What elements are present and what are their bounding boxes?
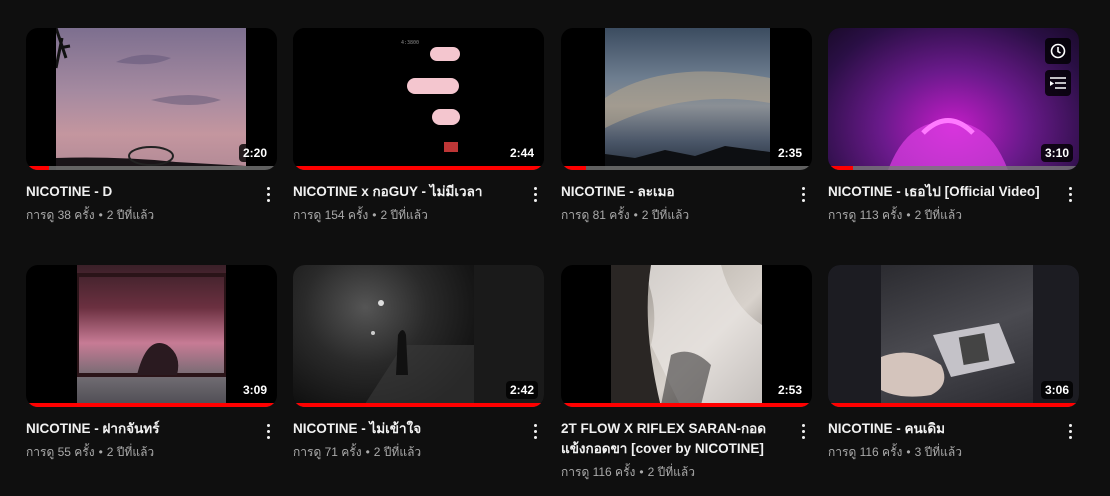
upload-age: 3 ปีที่แล้ว — [914, 445, 962, 459]
separator-dot: • — [906, 208, 911, 222]
video-stats: การดู 81 ครั้ง • 2 ปีที่แล้ว — [561, 207, 788, 223]
watch-progress — [561, 166, 587, 170]
video-grid: 2:20 NICOTINE - D การดู 38 ครั้ง • 2 ปีที่… — [0, 0, 1110, 496]
video-card[interactable]: 3:09 NICOTINE - ฝากจันทร์ การดู 55 ครั้ง… — [26, 265, 277, 460]
more-actions-icon[interactable] — [259, 419, 277, 443]
video-duration: 2:44 — [505, 144, 538, 162]
separator-dot: • — [98, 445, 103, 459]
upload-age: 2 ปีที่แล้ว — [380, 208, 428, 222]
view-count: การดู 38 ครั้ง — [26, 208, 95, 222]
upload-age: 2 ปีที่แล้ว — [641, 208, 690, 222]
video-thumbnail[interactable]: 3:06 — [828, 265, 1079, 407]
separator-dot: • — [372, 208, 377, 222]
video-thumbnail[interactable]: 3:10 — [828, 28, 1079, 170]
more-actions-icon[interactable] — [794, 419, 812, 443]
separator-dot: • — [365, 445, 370, 459]
more-actions-icon[interactable] — [794, 182, 812, 206]
video-card[interactable]: 2:42 NICOTINE - ไม่เข้าใจ การดู 71 ครั้ง… — [293, 265, 544, 460]
view-count: การดู 116 ครั้ง — [561, 465, 636, 479]
video-duration: 3:06 — [1040, 381, 1073, 399]
watch-later-button[interactable] — [1045, 38, 1071, 64]
queue-icon — [1050, 77, 1066, 89]
video-title[interactable]: NICOTINE - D — [26, 182, 253, 202]
watch-progress — [561, 403, 812, 407]
watch-progress — [293, 166, 544, 170]
video-thumbnail[interactable]: 2:42 — [293, 265, 544, 407]
view-count: การดู 116 ครั้ง — [828, 445, 903, 459]
video-card[interactable]: 4:3800 2:44 NICOTINE x กอGUY - ไม่มีเวลา… — [293, 28, 544, 223]
upload-age: 2 ปีที่แล้ว — [914, 208, 962, 222]
video-thumbnail[interactable]: 4:3800 2:44 — [293, 28, 544, 170]
video-thumbnail[interactable]: 2:53 — [561, 265, 812, 407]
separator-dot: • — [906, 445, 911, 459]
video-stats: การดู 116 ครั้ง • 2 ปีที่แล้ว — [561, 464, 788, 480]
video-stats: การดู 113 ครั้ง • 2 ปีที่แล้ว — [828, 207, 1055, 223]
view-count: การดู 55 ครั้ง — [26, 445, 95, 459]
video-title[interactable]: NICOTINE - ละเมอ — [561, 182, 788, 202]
watch-progress — [828, 166, 854, 170]
video-title[interactable]: NICOTINE - ไม่เข้าใจ — [293, 419, 520, 439]
video-stats: การดู 71 ครั้ง • 2 ปีที่แล้ว — [293, 444, 520, 460]
video-title[interactable]: NICOTINE - คนเดิม — [828, 419, 1055, 439]
video-thumbnail[interactable]: 2:20 — [26, 28, 277, 170]
separator-dot: • — [98, 208, 103, 222]
video-card[interactable]: 2:35 NICOTINE - ละเมอ การดู 81 ครั้ง • 2 ป… — [561, 28, 812, 223]
clock-icon — [1050, 43, 1066, 59]
video-duration: 3:09 — [238, 381, 271, 399]
watch-progress — [828, 403, 1079, 407]
video-title[interactable]: NICOTINE x กอGUY - ไม่มีเวลา — [293, 182, 520, 202]
video-stats: การดู 116 ครั้ง • 3 ปีที่แล้ว — [828, 444, 1055, 460]
video-card[interactable]: 3:10 NICOTINE - เธอไป [Official Video] ก… — [828, 28, 1079, 223]
video-duration: 3:10 — [1040, 144, 1073, 162]
video-thumbnail[interactable]: 2:35 — [561, 28, 812, 170]
more-actions-icon[interactable] — [526, 419, 544, 443]
more-actions-icon[interactable] — [1061, 182, 1079, 206]
more-actions-icon[interactable] — [259, 182, 277, 206]
upload-age: 2 ปีที่แล้ว — [106, 445, 155, 459]
video-stats: การดู 55 ครั้ง • 2 ปีที่แล้ว — [26, 444, 253, 460]
video-card[interactable]: 2:53 2T FLOW X RIFLEX SARAN-กอดแข้งกอดขา… — [561, 265, 812, 480]
video-duration: 2:20 — [238, 144, 271, 162]
upload-age: 2 ปีที่แล้ว — [647, 465, 695, 479]
svg-text:4:3800: 4:3800 — [401, 40, 419, 46]
video-duration: 2:35 — [773, 144, 806, 162]
video-thumbnail[interactable]: 3:09 — [26, 265, 277, 407]
video-duration: 2:42 — [505, 381, 538, 399]
video-stats: การดู 154 ครั้ง • 2 ปีที่แล้ว — [293, 207, 520, 223]
view-count: การดู 113 ครั้ง — [828, 208, 903, 222]
upload-age: 2 ปีที่แล้ว — [373, 445, 422, 459]
upload-age: 2 ปีที่แล้ว — [106, 208, 155, 222]
view-count: การดู 71 ครั้ง — [293, 445, 362, 459]
watch-progress — [26, 403, 277, 407]
more-actions-icon[interactable] — [1061, 419, 1079, 443]
video-stats: การดู 38 ครั้ง • 2 ปีที่แล้ว — [26, 207, 253, 223]
video-card[interactable]: 3:06 NICOTINE - คนเดิม การดู 116 ครั้ง • 3… — [828, 265, 1079, 460]
separator-dot: • — [639, 465, 644, 479]
view-count: การดู 81 ครั้ง — [561, 208, 630, 222]
watch-progress — [26, 166, 49, 170]
separator-dot: • — [633, 208, 638, 222]
video-title[interactable]: 2T FLOW X RIFLEX SARAN-กอดแข้งกอดขา [cov… — [561, 419, 788, 459]
video-title[interactable]: NICOTINE - เธอไป [Official Video] — [828, 182, 1055, 202]
watch-progress — [293, 403, 544, 407]
video-title[interactable]: NICOTINE - ฝากจันทร์ — [26, 419, 253, 439]
video-duration: 2:53 — [773, 381, 806, 399]
video-card[interactable]: 2:20 NICOTINE - D การดู 38 ครั้ง • 2 ปีที่… — [26, 28, 277, 223]
more-actions-icon[interactable] — [526, 182, 544, 206]
view-count: การดู 154 ครั้ง — [293, 208, 369, 222]
add-to-queue-button[interactable] — [1045, 70, 1071, 96]
